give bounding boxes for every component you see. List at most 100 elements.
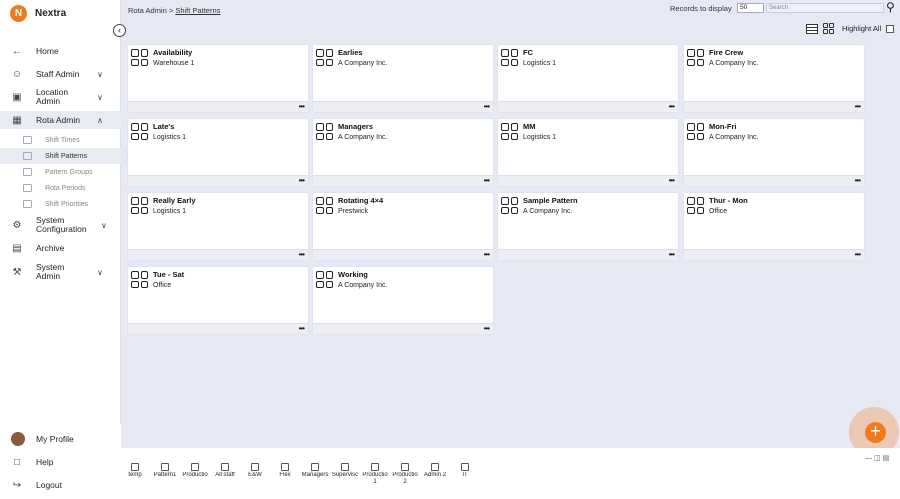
pattern-card[interactable]: Late's Logistics 1 ••• bbox=[128, 119, 308, 186]
user-icon bbox=[131, 463, 139, 471]
pattern-title: Late's bbox=[153, 122, 175, 131]
breadcrumb-current[interactable]: Shift Patterns bbox=[175, 6, 220, 15]
breadcrumb-parent[interactable]: Rota Admin bbox=[128, 6, 167, 15]
sidebar-subitem-rota-periods[interactable]: Rota Periods bbox=[0, 180, 121, 196]
pattern-organisation: Logistics 1 bbox=[153, 134, 187, 141]
sidebar-subitem-shift-priorities[interactable]: Shift Priorities bbox=[0, 196, 121, 212]
sidebar-item-location-admin[interactable]: ▣ Location Admin ∨ bbox=[0, 86, 121, 108]
highlight-all-checkbox[interactable] bbox=[886, 24, 895, 33]
sidebar-item-system-configuration[interactable]: ⚙ System Configuration ∨ bbox=[0, 214, 121, 236]
app-logo[interactable]: N Nextra bbox=[10, 5, 66, 22]
minimized-window[interactable]: Productio bbox=[181, 463, 209, 479]
sidebar-item-system-admin[interactable]: ⚒ System Admin ∨ bbox=[0, 261, 121, 283]
search-icon[interactable]: ⚲ bbox=[886, 0, 895, 14]
breadcrumb: Rota Admin > Shift Patterns bbox=[128, 6, 220, 15]
minimized-windows-bar: temp Pattern1 Productio All staff E&W Flex Man… bbox=[121, 448, 900, 499]
pattern-icon bbox=[316, 49, 333, 66]
sidebar-item-help[interactable]: □ Help bbox=[0, 455, 121, 469]
more-options-icon[interactable]: ••• bbox=[299, 324, 305, 333]
more-options-icon[interactable]: ••• bbox=[669, 176, 675, 185]
minimized-window[interactable]: All staff bbox=[211, 463, 239, 479]
sidebar-item-staff-admin[interactable]: ☺ Staff Admin ∨ bbox=[0, 67, 121, 81]
pattern-card[interactable]: Sample Pattern A Company Inc. ••• bbox=[498, 193, 678, 260]
pattern-card[interactable]: Rotating 4×4 Prestwick ••• bbox=[313, 193, 493, 260]
app-name: Nextra bbox=[35, 8, 67, 19]
minimized-window[interactable]: IT bbox=[451, 463, 479, 479]
calendar-icon bbox=[23, 184, 32, 192]
more-options-icon[interactable]: ••• bbox=[669, 250, 675, 259]
sidebar-subitem-pattern-groups[interactable]: Pattern Groups bbox=[0, 164, 121, 180]
sidebar-item-label: System Configuration bbox=[36, 215, 87, 234]
pattern-card[interactable]: Earlies A Company Inc. ••• bbox=[313, 45, 493, 112]
search-input[interactable]: Search bbox=[766, 3, 884, 13]
more-options-icon[interactable]: ••• bbox=[484, 102, 490, 111]
pattern-icon bbox=[131, 123, 148, 140]
user-icon bbox=[161, 463, 169, 471]
more-options-icon[interactable]: ••• bbox=[484, 324, 490, 333]
minimized-window[interactable]: Managers bbox=[301, 463, 329, 479]
minimized-window-label: Pattern1 bbox=[153, 472, 177, 478]
sidebar-item-label: My Profile bbox=[36, 433, 74, 444]
more-options-icon[interactable]: ••• bbox=[484, 176, 490, 185]
list-view-icon[interactable] bbox=[806, 23, 818, 34]
records-input[interactable]: 50 bbox=[737, 3, 764, 13]
pattern-card[interactable]: Mon-Fri A Company Inc. ••• bbox=[684, 119, 864, 186]
plus-icon: + bbox=[865, 422, 886, 443]
minimized-window-label: IT bbox=[462, 472, 468, 478]
pattern-card[interactable]: Fire Crew A Company Inc. ••• bbox=[684, 45, 864, 112]
minimized-window[interactable]: Admin 2 bbox=[421, 463, 449, 479]
card-footer: ••• bbox=[498, 249, 678, 260]
pattern-icon bbox=[131, 197, 148, 214]
pattern-icon bbox=[316, 123, 333, 140]
minimized-window[interactable]: Productio 1 bbox=[361, 463, 389, 486]
collapse-sidebar-button[interactable]: ‹ bbox=[113, 24, 126, 37]
minimized-window[interactable]: Productio 2 bbox=[391, 463, 419, 486]
more-options-icon[interactable]: ••• bbox=[299, 250, 305, 259]
grid-icon bbox=[23, 152, 32, 160]
restore-icon[interactable]: ◫ bbox=[874, 455, 883, 462]
more-options-icon[interactable]: ••• bbox=[855, 250, 861, 259]
sidebar-item-rota-admin[interactable]: ▦ Rota Admin ∧ bbox=[0, 111, 121, 129]
minimized-window[interactable]: Pattern1 bbox=[151, 463, 179, 479]
pattern-card[interactable]: Thur - Mon Office ••• bbox=[684, 193, 864, 260]
pattern-card[interactable]: Managers A Company Inc. ••• bbox=[313, 119, 493, 186]
card-footer: ••• bbox=[128, 175, 308, 186]
card-footer: ••• bbox=[128, 323, 308, 334]
sidebar-item-archive[interactable]: ▤ Archive bbox=[0, 241, 121, 255]
user-icon bbox=[341, 463, 349, 471]
minimize-icon[interactable]: — bbox=[865, 455, 874, 462]
sidebar-item-my-profile[interactable]: My Profile bbox=[0, 432, 121, 446]
pattern-organisation: A Company Inc. bbox=[709, 134, 759, 141]
location-pin-icon bbox=[251, 463, 259, 471]
pattern-icon bbox=[501, 49, 518, 66]
pattern-organisation: Warehouse 1 bbox=[153, 60, 195, 67]
minimized-window[interactable]: Supervisc bbox=[331, 463, 359, 479]
minimized-window[interactable]: temp bbox=[121, 463, 149, 479]
window-controls[interactable]: —◫▤ bbox=[865, 454, 891, 462]
more-options-icon[interactable]: ••• bbox=[299, 176, 305, 185]
more-options-icon[interactable]: ••• bbox=[299, 102, 305, 111]
pattern-card[interactable]: Working A Company Inc. ••• bbox=[313, 267, 493, 334]
sidebar-subitem-shift-times[interactable]: Shift Times bbox=[0, 132, 121, 148]
grid-view-icon[interactable] bbox=[823, 23, 834, 34]
calendar-icon: ▦ bbox=[12, 114, 22, 126]
pattern-card[interactable]: MM Logistics 1 ••• bbox=[498, 119, 678, 186]
folder-icon[interactable]: ▤ bbox=[883, 455, 892, 462]
pattern-card[interactable]: Really Early Logistics 1 ••• bbox=[128, 193, 308, 260]
more-options-icon[interactable]: ••• bbox=[484, 250, 490, 259]
sidebar-item-home[interactable]: ← Home bbox=[0, 44, 121, 58]
sidebar-subitem-shift-patterns[interactable]: Shift Patterns bbox=[0, 148, 121, 164]
pattern-card[interactable]: Tue - Sat Office ••• bbox=[128, 267, 308, 334]
more-options-icon[interactable]: ••• bbox=[855, 176, 861, 185]
pattern-title: Thur - Mon bbox=[709, 196, 748, 205]
more-options-icon[interactable]: ••• bbox=[855, 102, 861, 111]
minimized-window[interactable]: Flex bbox=[271, 463, 299, 479]
minimized-window[interactable]: E&W bbox=[241, 463, 269, 479]
user-icon bbox=[191, 463, 199, 471]
pattern-organisation: Prestwick bbox=[338, 208, 368, 215]
sidebar-item-logout[interactable]: ↪ Logout bbox=[0, 478, 121, 492]
pattern-card[interactable]: FC Logistics 1 ••• bbox=[498, 45, 678, 112]
sidebar-item-label: System Admin bbox=[36, 262, 65, 281]
more-options-icon[interactable]: ••• bbox=[669, 102, 675, 111]
pattern-card[interactable]: Availability Warehouse 1 ••• bbox=[128, 45, 308, 112]
